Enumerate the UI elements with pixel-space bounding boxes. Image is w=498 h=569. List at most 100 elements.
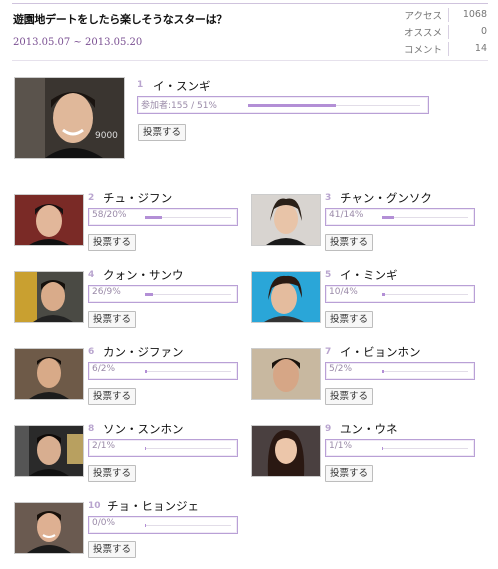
- candidate-name: チョ・ヒョンジェ: [107, 499, 199, 513]
- result-track: [382, 294, 468, 295]
- result-track: [145, 294, 231, 295]
- portrait-image: [252, 272, 320, 322]
- result-fill: [382, 447, 383, 450]
- result-fill: [145, 293, 153, 296]
- result-fill: [145, 370, 147, 373]
- header-divider: [12, 60, 488, 61]
- result-text: 6/2%: [92, 364, 116, 374]
- candidate-name: ユン・ウネ: [340, 422, 398, 436]
- result-text: 参加者:155 / 51%: [141, 101, 217, 111]
- candidate-photo-8[interactable]: [14, 425, 84, 477]
- candidate-name: チャン・グンソク: [340, 191, 432, 205]
- candidate-photo-3[interactable]: [251, 194, 321, 246]
- portrait-image: [15, 272, 83, 322]
- vote-button[interactable]: 投票する: [138, 124, 187, 141]
- result-text: 0/0%: [92, 518, 116, 528]
- rank-number: 3: [325, 193, 332, 203]
- result-bar-3: 41/14%: [325, 208, 475, 226]
- candidate-photo-5[interactable]: [251, 271, 321, 323]
- rank-number: 5: [325, 270, 332, 280]
- result-bar-10: 0/0%: [88, 516, 238, 534]
- stat-access: アクセス 1068: [384, 6, 487, 23]
- result-track: [382, 448, 468, 449]
- stat-label: アクセス: [384, 7, 449, 22]
- candidate-photo-6[interactable]: [14, 348, 84, 400]
- rank-number: 1: [137, 80, 144, 90]
- result-fill: [145, 447, 146, 450]
- candidate-photo-10[interactable]: [14, 502, 84, 554]
- result-text: 1/1%: [329, 441, 353, 451]
- result-bar-2: 58/20%: [88, 208, 238, 226]
- candidate-name: カン・ジファン: [103, 345, 184, 359]
- result-text: 41/14%: [329, 210, 364, 220]
- candidate-name: クォン・サンウ: [103, 268, 184, 282]
- candidate-name: ソン・スンホン: [103, 422, 184, 436]
- result-bar-1: 参加者:155 / 51%: [137, 96, 429, 114]
- vote-button[interactable]: 投票する: [88, 234, 137, 251]
- rank-number: 10: [88, 501, 101, 511]
- stat-label: オススメ: [384, 24, 449, 39]
- result-bar-8: 2/1%: [88, 439, 238, 457]
- top-divider: [12, 3, 488, 4]
- poll-stats: アクセス 1068 オススメ 0 コメント 14: [384, 6, 487, 57]
- candidate-name: イ・ミンギ: [340, 268, 398, 282]
- result-bar-5: 10/4%: [325, 285, 475, 303]
- result-fill: [145, 216, 162, 219]
- candidate-name: イ・ビョンホン: [340, 345, 421, 359]
- result-track: [145, 525, 231, 526]
- result-text: 26/9%: [92, 287, 121, 297]
- portrait-image: [252, 349, 320, 399]
- result-track: [145, 371, 231, 372]
- result-bar-4: 26/9%: [88, 285, 238, 303]
- candidate-photo-7[interactable]: [251, 348, 321, 400]
- result-bar-7: 5/2%: [325, 362, 475, 380]
- candidate-photo-2[interactable]: [14, 194, 84, 246]
- result-track: [382, 371, 468, 372]
- result-text: 5/2%: [329, 364, 353, 374]
- result-text: 2/1%: [92, 441, 116, 451]
- result-track: [382, 217, 468, 218]
- portrait-image: [15, 426, 83, 476]
- portrait-image: [252, 195, 320, 245]
- candidate-name: チュ・ジフン: [103, 191, 173, 205]
- poll-period: 2013.05.07 ~ 2013.05.20: [13, 37, 143, 48]
- vote-button[interactable]: 投票する: [88, 465, 137, 482]
- result-fill: [382, 216, 394, 219]
- result-bar-9: 1/1%: [325, 439, 475, 457]
- portrait-image: [15, 349, 83, 399]
- rank-number: 2: [88, 193, 95, 203]
- candidate-name: イ・スンギ: [153, 79, 211, 93]
- stat-comment: コメント 14: [384, 40, 487, 57]
- portrait-image: [15, 503, 83, 553]
- photo-caption: 9000: [95, 131, 118, 141]
- poll-header: 遊園地デートをしたら楽しそうなスターは？ 2013.05.07 ~ 2013.0…: [0, 0, 498, 62]
- result-track: [145, 448, 231, 449]
- candidate-photo-4[interactable]: [14, 271, 84, 323]
- vote-button[interactable]: 投票する: [325, 465, 374, 482]
- result-bar-6: 6/2%: [88, 362, 238, 380]
- candidate-photo-1[interactable]: 9000: [14, 77, 125, 159]
- rank-number: 9: [325, 424, 332, 434]
- vote-button[interactable]: 投票する: [88, 388, 137, 405]
- rank-number: 4: [88, 270, 95, 280]
- result-fill: [382, 293, 385, 296]
- result-fill: [145, 524, 146, 527]
- portrait-image: [252, 426, 320, 476]
- vote-button[interactable]: 投票する: [88, 311, 137, 328]
- result-fill: [248, 104, 336, 107]
- vote-button[interactable]: 投票する: [325, 388, 374, 405]
- candidate-photo-9[interactable]: [251, 425, 321, 477]
- poll-title: 遊園地デートをしたら楽しそうなスターは？: [13, 13, 227, 26]
- vote-button[interactable]: 投票する: [325, 234, 374, 251]
- stat-value: 0: [480, 26, 487, 37]
- stat-recommend: オススメ 0: [384, 23, 487, 40]
- rank-number: 6: [88, 347, 95, 357]
- vote-button[interactable]: 投票する: [88, 541, 137, 558]
- result-text: 10/4%: [329, 287, 358, 297]
- stat-label: コメント: [384, 41, 449, 56]
- result-fill: [382, 370, 384, 373]
- stat-value: 14: [474, 43, 487, 54]
- result-text: 58/20%: [92, 210, 127, 220]
- rank-number: 8: [88, 424, 95, 434]
- vote-button[interactable]: 投票する: [325, 311, 374, 328]
